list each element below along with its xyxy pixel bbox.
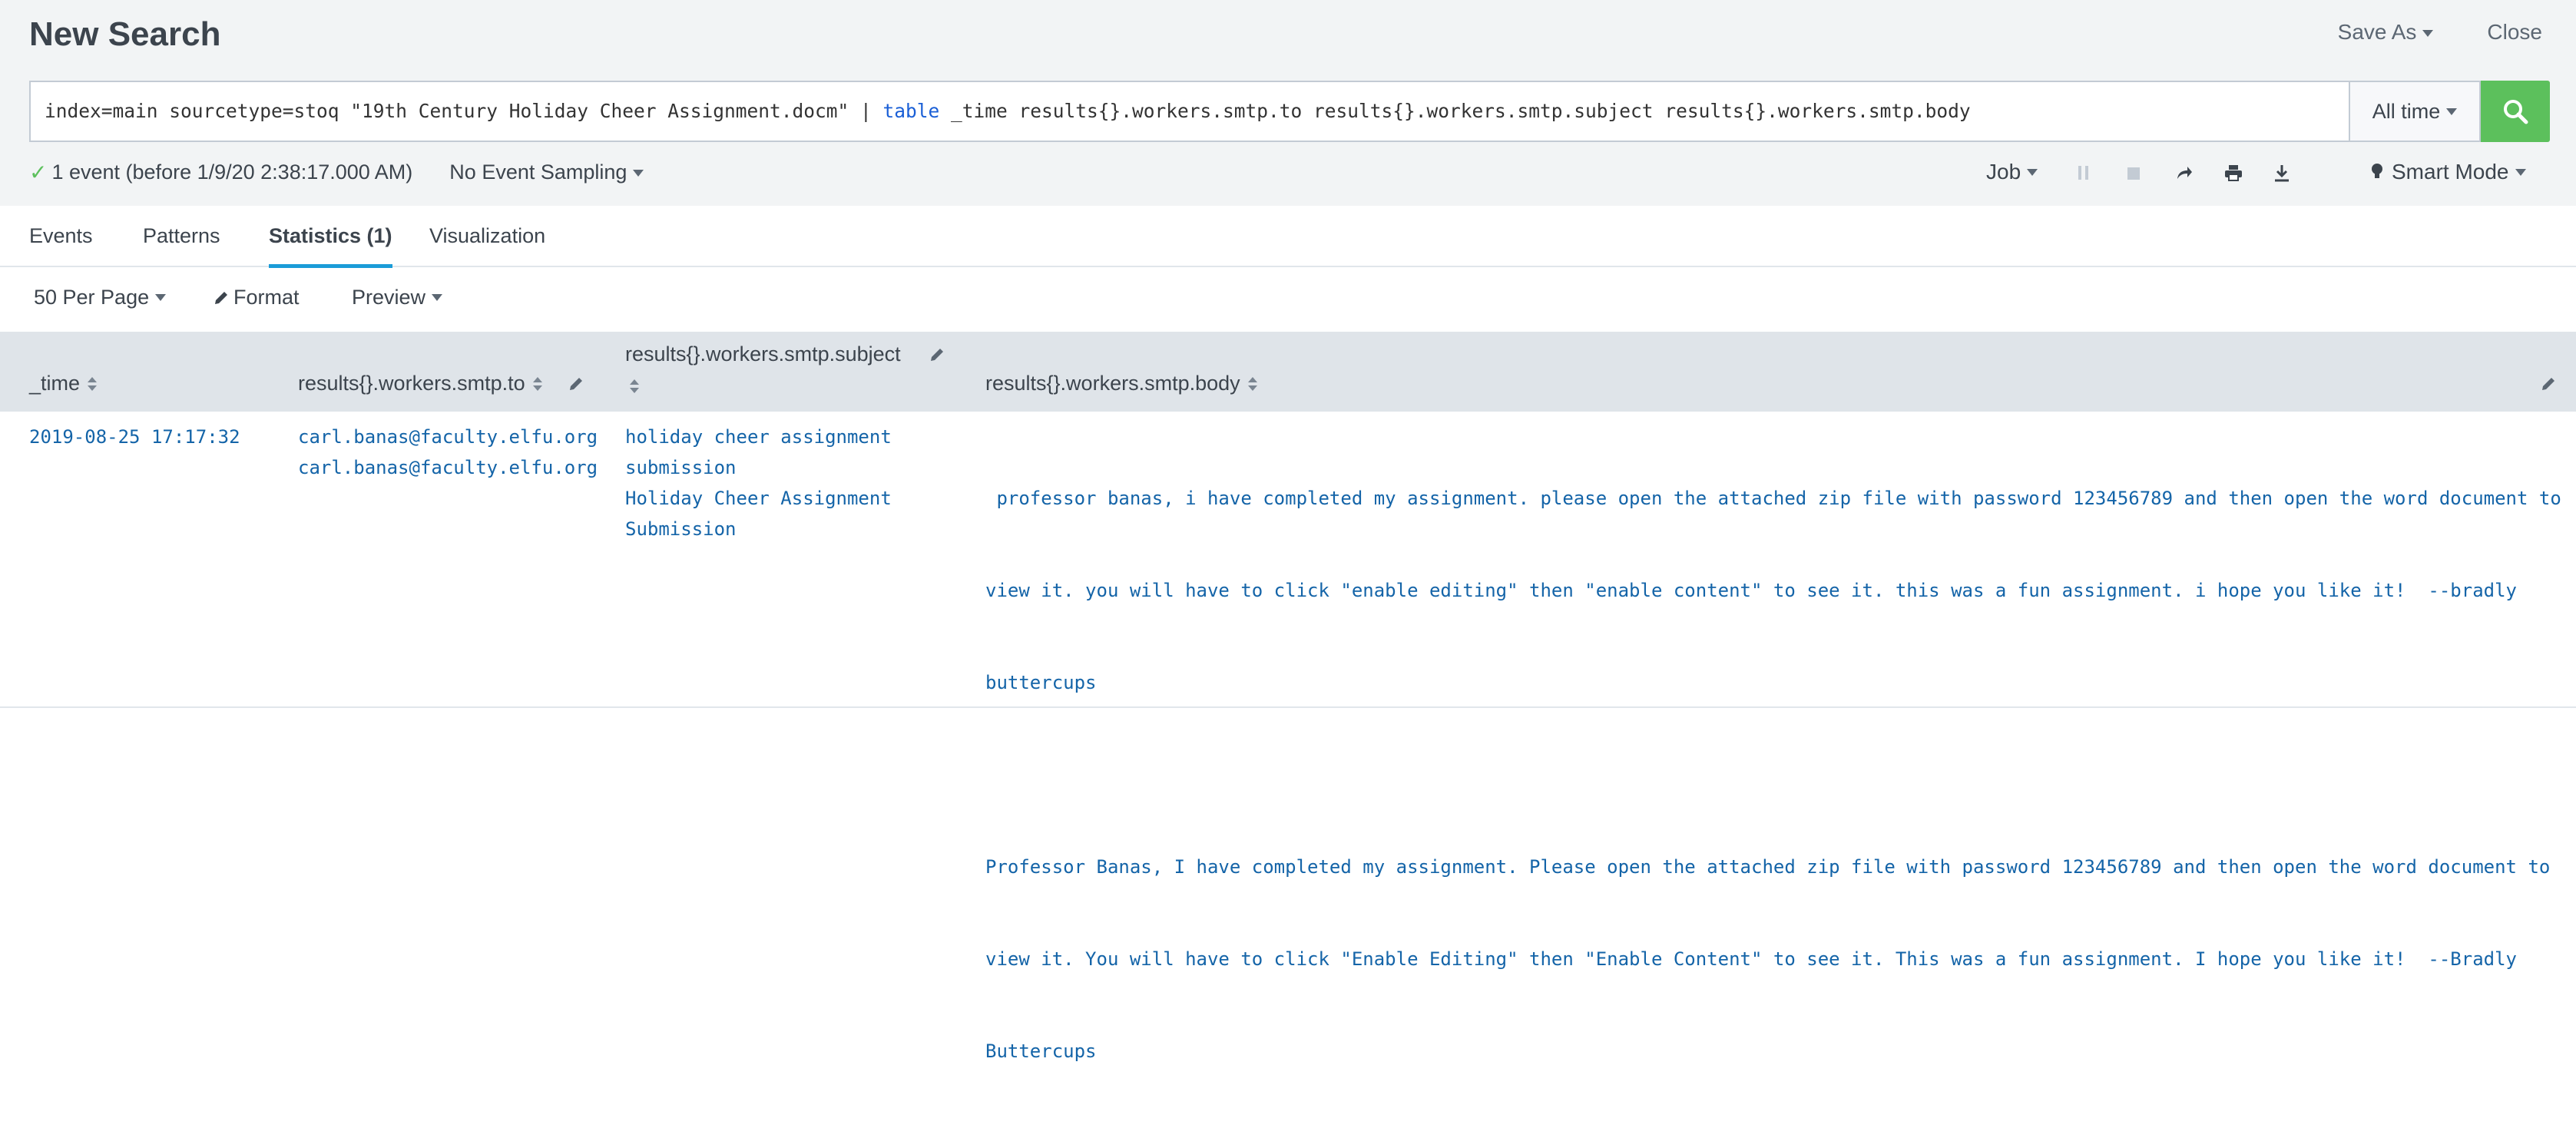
chevron-down-icon	[155, 294, 167, 301]
format-label: Format	[233, 286, 300, 309]
pause-icon	[2078, 166, 2088, 180]
cell-value-line[interactable]: view it. you will have to click "enable …	[985, 575, 2561, 606]
chevron-down-icon	[2027, 168, 2038, 176]
cell-value[interactable]: submission	[625, 452, 892, 483]
cell-value[interactable]: carl.banas@faculty.elfu.org	[298, 422, 598, 452]
tab-visualization[interactable]: Visualization	[429, 224, 545, 248]
sort-icon	[1247, 376, 1257, 391]
query-command: table	[882, 100, 940, 122]
cell-value[interactable]: Holiday Cheer Assignment	[625, 483, 892, 514]
chevron-down-icon	[2422, 30, 2434, 38]
print-button[interactable]	[2224, 164, 2243, 181]
pencil-icon[interactable]	[2541, 376, 2556, 392]
chevron-down-icon	[633, 170, 644, 177]
event-count: 1 event (before 1/9/20 2:38:17.000 AM)	[51, 160, 413, 184]
lightbulb-icon	[2372, 164, 2382, 178]
cell-value-line[interactable]: Professor Banas, I have completed my ass…	[985, 852, 2561, 882]
time-range-picker[interactable]: All time	[2349, 81, 2481, 142]
query-suffix: _time results{}.workers.smtp.to results{…	[939, 100, 1971, 122]
save-as-label: Save As	[2337, 20, 2417, 44]
preview-label: Preview	[352, 286, 426, 309]
save-as-menu[interactable]: Save As	[2338, 20, 2434, 45]
column-header-time[interactable]: _time	[29, 372, 98, 395]
per-page-menu[interactable]: 50 Per Page	[34, 286, 167, 309]
job-toolbar: Job Smart Mode	[1986, 160, 2547, 190]
results-toolbar: 50 Per Page Format Preview	[0, 286, 2576, 316]
preview-menu[interactable]: Preview	[352, 286, 443, 309]
column-header-label: results{}.workers.smtp.subject	[625, 342, 901, 366]
export-button[interactable]	[2273, 164, 2290, 183]
event-sampling-label: No Event Sampling	[449, 160, 627, 184]
column-header-label: results{}.workers.smtp.to	[298, 372, 525, 395]
tab-statistics[interactable]: Statistics (1)	[269, 224, 392, 268]
pencil-icon[interactable]	[929, 347, 945, 362]
per-page-label: 50 Per Page	[34, 286, 150, 309]
search-mode-menu[interactable]: Smart Mode	[2370, 160, 2526, 184]
cell-value-line[interactable]: view it. You will have to click "Enable …	[985, 944, 2561, 974]
print-icon	[2225, 165, 2242, 181]
results-tabs: Events Patterns Statistics (1) Visualiza…	[0, 206, 2576, 268]
search-icon	[2504, 100, 2528, 124]
chevron-down-icon	[2446, 108, 2458, 115]
event-sampling-menu[interactable]: No Event Sampling	[449, 160, 644, 184]
cell-smtp-subject: holiday cheer assignment submission Holi…	[625, 422, 892, 544]
pencil-icon[interactable]	[568, 376, 584, 392]
top-actions: Save As Close	[2338, 20, 2542, 45]
close-button[interactable]: Close	[2487, 20, 2542, 45]
search-input[interactable]: index=main sourcetype=stoq "19th Century…	[29, 81, 2349, 142]
sort-icon	[532, 376, 542, 391]
search-status: ✓ 1 event (before 1/9/20 2:38:17.000 AM)…	[29, 160, 644, 185]
checkmark-icon: ✓	[29, 160, 48, 184]
pause-button[interactable]	[2077, 164, 2091, 181]
search-button[interactable]	[2481, 81, 2550, 142]
share-icon	[2177, 167, 2192, 179]
sort-icon	[88, 376, 98, 391]
cell-value-line[interactable]: professor banas, i have completed my ass…	[985, 483, 2561, 514]
share-button[interactable]	[2175, 164, 2194, 181]
cell-value-line[interactable]: buttercups	[985, 667, 2561, 698]
cell-smtp-to: carl.banas@faculty.elfu.org carl.banas@f…	[298, 422, 598, 483]
tab-patterns[interactable]: Patterns	[143, 224, 220, 248]
export-icon	[2275, 165, 2289, 182]
time-range-label: All time	[2372, 99, 2441, 123]
job-label: Job	[1986, 160, 2021, 184]
cell-value[interactable]: holiday cheer assignment	[625, 422, 892, 452]
chevron-down-icon	[2515, 168, 2526, 176]
chevron-down-icon	[432, 294, 443, 301]
job-menu[interactable]: Job	[1986, 160, 2038, 184]
cell-value[interactable]: carl.banas@faculty.elfu.org	[298, 452, 598, 483]
table-bottom-divider	[0, 706, 2576, 708]
cell-smtp-body: professor banas, i have completed my ass…	[985, 422, 2561, 1128]
column-header-label: results{}.workers.smtp.body	[985, 372, 1240, 395]
cell-value[interactable]: Submission	[625, 514, 892, 544]
column-header-smtp-body[interactable]: results{}.workers.smtp.body	[985, 372, 1257, 395]
column-header-label: _time	[29, 372, 81, 395]
search-mode-label: Smart Mode	[2392, 160, 2509, 184]
cell-spacer	[985, 759, 2561, 790]
pencil-icon	[215, 291, 227, 304]
sort-icon[interactable]	[630, 379, 639, 393]
cell-time[interactable]: 2019-08-25 17:17:32	[29, 422, 240, 452]
column-header-smtp-to[interactable]: results{}.workers.smtp.to	[298, 372, 542, 395]
table-header: _time results{}.workers.smtp.to results{…	[0, 332, 2576, 412]
page-title: New Search	[29, 15, 221, 53]
stop-button[interactable]	[2126, 166, 2141, 181]
tab-events[interactable]: Events	[29, 224, 93, 248]
stop-icon	[2127, 167, 2140, 180]
query-prefix: index=main sourcetype=stoq "19th Century…	[45, 100, 883, 122]
column-header-smtp-subject[interactable]: results{}.workers.smtp.subject	[625, 342, 901, 366]
format-button[interactable]: Format	[214, 286, 300, 309]
top-bar: New Search Save As Close index=main sour…	[0, 0, 2576, 206]
search-bar: index=main sourcetype=stoq "19th Century…	[29, 81, 2550, 142]
cell-value-line[interactable]: Buttercups	[985, 1036, 2561, 1067]
